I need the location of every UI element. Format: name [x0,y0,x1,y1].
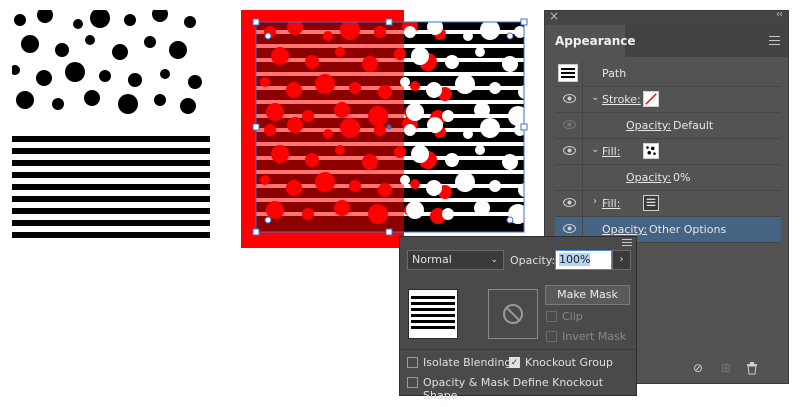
chevron-down-icon[interactable]: ⌄ [591,92,599,103]
fill-2-label[interactable]: Fill: [602,197,620,210]
popup-opacity-value: 100% [559,253,591,266]
row-stroke[interactable]: ⌄ Stroke: [555,87,781,113]
isolate-blending-label: Isolate Blending [423,356,512,369]
chevron-down-icon: ⌄ [490,255,498,265]
panel-header: × ‹‹ [545,9,788,25]
artwork-thumbnail-image [411,296,455,329]
stroke-opacity-label[interactable]: Opacity: [626,119,671,132]
isolate-blending-checkbox[interactable] [407,357,418,368]
artwork-thumbnail [408,289,458,339]
tab-appearance[interactable]: Appearance [545,25,636,57]
panel-menu-icon[interactable] [769,36,780,48]
make-mask-button[interactable]: Make Mask [545,285,630,305]
thumbnail-cell [555,61,583,86]
row-fill-1-opacity[interactable]: Opacity: 0% [555,165,781,191]
fill-1-opacity-value: 0% [673,171,691,184]
knockout-shape-label: Opacity & Mask Define Knockout Shape [423,376,604,402]
row-path[interactable]: Path [555,61,781,87]
knockout-group-label: Knockout Group [525,356,613,369]
mask-thumbnail[interactable] [488,289,538,339]
clip-label: Clip [562,310,583,323]
eye-cell [555,113,583,138]
stroke-label[interactable]: Stroke: [602,93,641,106]
chevron-down-icon[interactable]: ⌄ [591,144,599,155]
collapse-icon[interactable]: ‹‹ [776,9,783,20]
opacity-label[interactable]: Opacity: [602,223,647,236]
blend-mode-value: Normal [412,253,452,266]
path-thumbnail-icon [558,64,578,82]
row-stroke-opacity[interactable]: Opacity: Default [555,113,781,139]
eye-icon[interactable] [563,120,576,129]
no-mask-icon [503,304,523,324]
tab-bar: Appearance [545,25,788,57]
invert-mask-checkbox [546,331,557,342]
row-fill-1[interactable]: ⌄ Fill: [555,139,781,165]
knockout-artwork[interactable] [256,18,592,232]
path-label: Path [602,67,627,80]
stroke-opacity-value: Default [673,119,714,132]
knockout-shape-checkbox[interactable] [407,377,418,388]
divider [400,349,636,350]
fill-1-label[interactable]: Fill: [602,145,620,158]
row-fill-2[interactable]: › Fill: [555,191,781,217]
popup-opacity-label: Opacity: [510,254,556,267]
dot-pattern-swatch-icon[interactable] [643,143,659,159]
clip-checkbox [546,311,557,322]
stripe-pattern-swatch-icon[interactable] [643,195,659,211]
eye-cell [555,139,583,164]
clear-appearance-icon[interactable]: ⊘ [693,361,703,375]
stroke-none-swatch-icon[interactable] [643,91,659,107]
stripe-pattern [12,136,210,238]
blend-mode-select[interactable]: Normal ⌄ [407,250,504,270]
eye-icon[interactable] [563,146,576,155]
empty-cell [555,165,583,190]
transparency-popup: Normal ⌄ Opacity: 100% › Make Mask Clip … [399,236,637,402]
appearance-rows: Path ⌄ Stroke: Opacity: Default ⌄ Fill: [555,61,781,243]
eye-icon[interactable] [563,94,576,103]
duplicate-item-icon: ⊞ [721,361,732,375]
popup-opacity-input[interactable]: 100% [555,250,612,270]
popup-menu-icon[interactable] [622,239,632,248]
eye-icon[interactable] [563,224,576,233]
close-icon[interactable]: × [549,9,559,23]
opacity-value: Other Options [649,223,727,236]
eye-icon[interactable] [563,198,576,207]
chevron-right-icon[interactable]: › [593,196,597,207]
fill-1-opacity-label[interactable]: Opacity: [626,171,671,184]
chevron-right-icon[interactable]: › [612,250,631,270]
eye-cell [555,87,583,112]
eye-cell [555,191,583,216]
invert-mask-label: Invert Mask [562,330,627,343]
dot-pattern [12,10,202,114]
knockout-group-checkbox[interactable]: ✓ [509,357,520,368]
trash-icon[interactable] [746,362,758,375]
